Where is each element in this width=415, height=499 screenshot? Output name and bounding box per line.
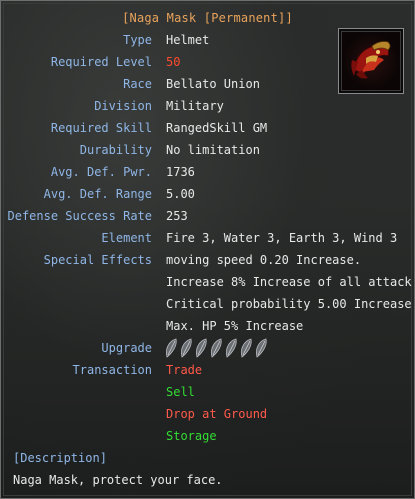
stat-row-race: Race Bellato Union <box>1 73 414 95</box>
empty-talic-slot-icon <box>225 338 237 358</box>
item-title: [Naga Mask [Permanent]] <box>122 11 293 25</box>
stat-row-required-level: Required Level 50 <box>1 51 414 73</box>
special-effects-label: Special Effects <box>43 253 152 267</box>
stat-row-avg-def-range: Avg. Def. Range 5.00 <box>1 183 414 205</box>
stat-label-avg-def-pwr: Avg. Def. Pwr. <box>50 165 152 179</box>
transaction-row: Sell <box>1 381 414 403</box>
stat-value-avg-def-pwr: 1736 <box>166 165 195 179</box>
empty-talic-slot-icon <box>210 338 222 358</box>
stat-label-type: Type <box>123 33 152 47</box>
transaction-label: Transaction <box>72 363 152 377</box>
stat-value-type: Helmet <box>166 33 210 47</box>
transaction-row: Drop at Ground <box>1 403 414 425</box>
empty-talic-slot-icon <box>240 338 252 358</box>
stat-row-element: Element Fire 3, Water 3, Earth 3, Wind 3 <box>1 227 414 249</box>
special-effect-line: Max. HP 5% Increase <box>166 319 304 333</box>
special-effects-row: Special Effects moving speed 0.20 Increa… <box>1 249 414 271</box>
stat-label-avg-def-range: Avg. Def. Range <box>43 187 152 201</box>
description-header: [Description] <box>13 451 107 465</box>
empty-talic-slot-icon <box>180 338 192 358</box>
transaction-sell: Sell <box>166 385 195 399</box>
transaction-row: Storage <box>1 425 414 447</box>
special-effect-line: Critical probability 5.00 Increase <box>166 297 412 311</box>
empty-talic-slot-icon <box>165 338 177 358</box>
special-effect-line: Increase 8% Increase of all attack <box>166 275 412 289</box>
stat-value-avg-def-range: 5.00 <box>166 187 195 201</box>
stat-label-element: Element <box>101 231 152 245</box>
stat-row-durability: Durability No limitation <box>1 139 414 161</box>
stat-row-type: Type Helmet <box>1 29 414 51</box>
stat-label-division: Division <box>94 99 152 113</box>
transaction-trade: Trade <box>166 363 203 377</box>
stat-value-defense-success-rate: 253 <box>166 209 188 223</box>
special-effect-line: moving speed 0.20 Increase. <box>166 253 362 267</box>
stat-value-required-level: 50 <box>166 55 181 69</box>
transaction-storage: Storage <box>166 429 217 443</box>
transaction-row: Transaction Trade <box>1 359 414 381</box>
stat-label-required-skill: Required Skill <box>50 121 152 135</box>
special-effects-row: Max. HP 5% Increase <box>1 315 414 337</box>
stat-row-required-skill: Required Skill RangedSkill GM <box>1 117 414 139</box>
stat-value-division: Military <box>166 99 224 113</box>
stat-value-durability: No limitation <box>166 143 260 157</box>
stat-row-division: Division Military <box>1 95 414 117</box>
stat-label-durability: Durability <box>79 143 152 157</box>
stat-row-avg-def-pwr: Avg. Def. Pwr. 1736 <box>1 161 414 183</box>
empty-talic-slot-icon <box>195 338 207 358</box>
stat-label-defense-success-rate: Defense Success Rate <box>7 209 153 223</box>
stat-value-required-skill: RangedSkill GM <box>166 121 268 135</box>
item-tooltip: [Naga Mask [Permanent]] Type Helmet Requ… <box>0 0 415 499</box>
stat-row-defense-success-rate: Defense Success Rate 253 <box>1 205 414 227</box>
description-text: Naga Mask, protect your face. <box>13 473 223 487</box>
empty-talic-slot-icon <box>255 338 267 358</box>
special-effects-row: Critical probability 5.00 Increase <box>1 293 414 315</box>
upgrade-label: Upgrade <box>101 341 152 355</box>
stat-label-required-level: Required Level <box>50 55 152 69</box>
transaction-drop-at-ground: Drop at Ground <box>166 407 268 421</box>
stat-label-race: Race <box>123 77 152 91</box>
stat-value-race: Bellato Union <box>166 77 260 91</box>
special-effects-row: Increase 8% Increase of all attack <box>1 271 414 293</box>
stat-value-element: Fire 3, Water 3, Earth 3, Wind 3 <box>166 231 398 245</box>
